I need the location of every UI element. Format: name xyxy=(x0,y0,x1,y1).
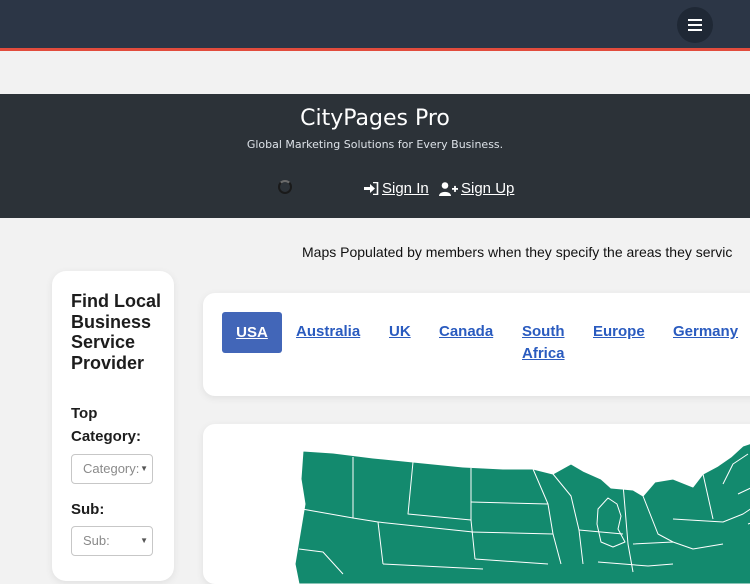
site-tagline: Global Marketing Solutions for Every Bus… xyxy=(246,138,504,151)
tab-australia[interactable]: Australia xyxy=(296,321,360,343)
sign-up-link[interactable]: Sign Up xyxy=(439,180,514,197)
loading-spinner xyxy=(278,180,292,194)
tab-south-africa[interactable]: South Africa xyxy=(522,321,572,365)
usa-map-card xyxy=(203,424,750,584)
intro-text: Maps Populated by members when they spec… xyxy=(302,244,733,260)
country-tabs: USA Australia UK Canada South Africa Eur… xyxy=(203,293,750,396)
top-category-label: Top Category: xyxy=(71,405,142,445)
usa-map[interactable] xyxy=(203,424,750,584)
sign-in-link[interactable]: Sign In xyxy=(364,180,429,197)
category-select-value: Category: xyxy=(83,461,140,476)
tab-canada[interactable]: Canada xyxy=(439,321,493,343)
caret-down-icon: ▼ xyxy=(140,536,148,545)
sub-select-value: Sub: xyxy=(83,533,110,548)
tab-usa[interactable]: USA xyxy=(222,312,282,353)
tab-uk[interactable]: UK xyxy=(389,321,411,343)
sub-label: Sub: xyxy=(71,501,105,518)
hero-banner: CityPages Pro Global Marketing Solutions… xyxy=(0,94,750,218)
tab-germany[interactable]: Germany xyxy=(673,321,738,343)
sub-select[interactable]: Sub: ▼ xyxy=(71,526,153,556)
sidebar-title: Find Local Business Service Provider xyxy=(71,291,161,373)
sign-in-label: Sign In xyxy=(382,180,429,197)
top-navbar xyxy=(0,0,750,51)
menu-button[interactable] xyxy=(677,7,713,43)
hamburger-icon xyxy=(688,19,702,31)
category-select[interactable]: Category: ▼ xyxy=(71,454,153,484)
sign-up-label: Sign Up xyxy=(461,180,515,197)
search-sidebar: Find Local Business Service Provider Top… xyxy=(52,271,174,581)
user-plus-icon xyxy=(439,181,458,196)
tab-europe[interactable]: Europe xyxy=(593,321,645,343)
sign-in-icon xyxy=(364,182,379,195)
caret-down-icon: ▼ xyxy=(140,464,148,473)
site-title: CityPages Pro xyxy=(300,106,450,131)
